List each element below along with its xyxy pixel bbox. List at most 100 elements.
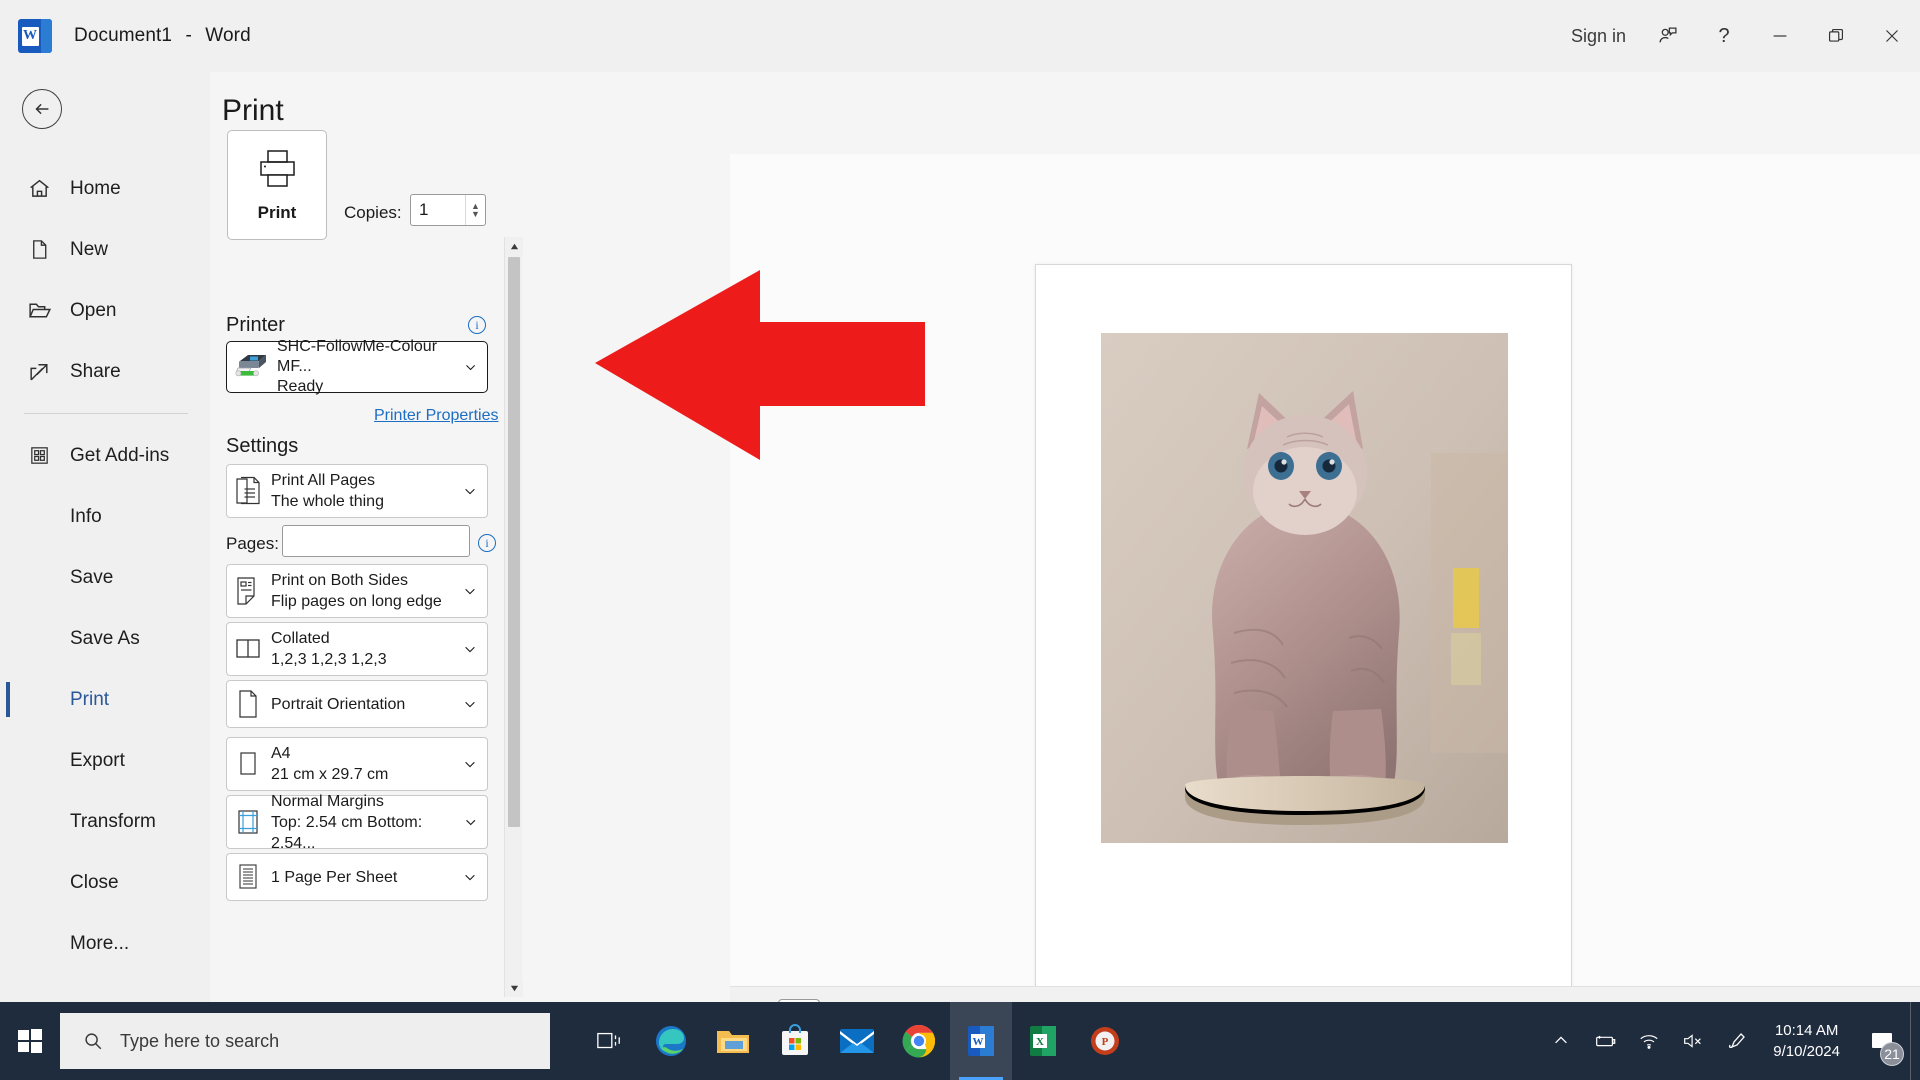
notifications-button[interactable]: 21 — [1854, 1002, 1910, 1080]
addins-grid-icon — [24, 441, 54, 471]
taskbar-app-chrome[interactable] — [888, 1002, 950, 1080]
chevron-down-icon — [465, 761, 475, 768]
show-desktop-button[interactable] — [1910, 1002, 1920, 1080]
sign-in-button[interactable]: Sign in — [1557, 0, 1640, 72]
sidebar-item-transform[interactable]: Transform — [0, 791, 210, 852]
sidebar-item-share[interactable]: Share — [0, 341, 210, 402]
help-icon: ? — [1718, 24, 1730, 47]
printer-properties-link[interactable]: Printer Properties — [374, 407, 499, 425]
preview-page[interactable] — [1035, 264, 1572, 1021]
collated-icon — [231, 636, 265, 662]
chevron-down-icon — [465, 488, 475, 495]
sidebar-item-label: Print — [70, 688, 110, 710]
taskbar-app-edge[interactable] — [640, 1002, 702, 1080]
title-bar: W Document1 - Word Sign in ? — [0, 0, 1920, 72]
notification-count-badge: 21 — [1880, 1042, 1904, 1066]
sidebar-item-label: More... — [70, 932, 130, 954]
sidebar-item-label: Close — [70, 871, 119, 893]
task-view-button[interactable] — [578, 1002, 640, 1080]
copies-spinner[interactable]: ▲ ▼ — [465, 195, 485, 225]
pages-info-icon[interactable]: i — [478, 534, 496, 552]
taskbar-app-icons: W X P — [578, 1002, 1136, 1080]
svg-text:W: W — [973, 1036, 984, 1048]
show-hidden-icons-chevron[interactable] — [1539, 1002, 1583, 1080]
close-button[interactable] — [1864, 0, 1920, 72]
volume-muted-icon[interactable] — [1671, 1002, 1715, 1080]
print-button[interactable]: Print — [227, 130, 327, 240]
sidebar-item-new[interactable]: New — [0, 219, 210, 280]
minimize-button[interactable] — [1752, 0, 1808, 72]
print-settings-pane: Print Print Copies: ▲ ▼ Printer i — [210, 72, 730, 1002]
taskbar-clock[interactable]: 10:14 AM 9/10/2024 — [1759, 1020, 1854, 1062]
settings-section-heading: Settings — [226, 435, 299, 457]
setting-row-margins[interactable]: Normal Margins Top: 2.54 cm Bottom: 2.54… — [226, 793, 488, 852]
sidebar-item-open[interactable]: Open — [0, 280, 210, 341]
start-button[interactable] — [0, 1002, 60, 1080]
copies-spin-down[interactable]: ▼ — [471, 210, 480, 219]
setting-row-pages-per-sheet[interactable]: 1 Page Per Sheet — [226, 853, 488, 901]
taskbar-app-powerpoint[interactable]: P — [1074, 1002, 1136, 1080]
app-name: Word — [205, 25, 251, 46]
taskbar-app-file-explorer[interactable] — [702, 1002, 764, 1080]
sidebar-item-get-addins[interactable]: Get Add-ins — [0, 425, 210, 486]
setting-secondary: Flip pages on long edge — [271, 593, 442, 610]
settings-pane-scrollbar[interactable] — [504, 237, 523, 997]
taskbar-search-box[interactable]: Type here to search — [60, 1013, 550, 1069]
preview-canvas: of 1 45% − + — [730, 154, 1920, 1044]
pages-input[interactable] — [282, 525, 470, 557]
setting-row-print-range[interactable]: Print All Pages The whole thing — [226, 464, 488, 518]
setting-row-duplex[interactable]: Print on Both Sides Flip pages on long e… — [226, 564, 488, 618]
pages-range-icon — [231, 476, 265, 506]
battery-charging-icon[interactable] — [1583, 1002, 1627, 1080]
sidebar-item-save-as[interactable]: Save As — [0, 608, 210, 669]
setting-secondary: 1,2,3 1,2,3 1,2,3 — [271, 651, 387, 668]
sidebar-item-label: Save — [70, 566, 114, 588]
setting-row-collation[interactable]: Collated 1,2,3 1,2,3 1,2,3 — [226, 622, 488, 676]
taskbar-app-microsoft-store[interactable] — [764, 1002, 826, 1080]
sidebar-item-info[interactable]: Info — [0, 486, 210, 547]
printer-device-icon — [235, 350, 269, 385]
setting-primary: Normal Margins — [271, 792, 384, 810]
scroll-down-arrow[interactable] — [505, 979, 523, 997]
setting-row-orientation[interactable]: Portrait Orientation — [226, 680, 488, 728]
share-person-icon[interactable] — [1640, 0, 1696, 72]
taskbar-app-excel[interactable]: X — [1012, 1002, 1074, 1080]
sidebar-item-export[interactable]: Export — [0, 730, 210, 791]
window-title: Document1 - Word — [74, 25, 251, 47]
setting-primary: Print All Pages — [271, 472, 376, 489]
printer-info-icon[interactable]: i — [468, 316, 486, 334]
setting-texts: Portrait Orientation — [271, 694, 405, 715]
copies-stepper[interactable]: ▲ ▼ — [410, 194, 486, 226]
sidebar-item-close[interactable]: Close — [0, 852, 210, 913]
copies-input[interactable] — [411, 195, 465, 225]
sidebar-item-label: Share — [70, 360, 121, 382]
sidebar-item-home[interactable]: Home — [0, 158, 210, 219]
taskbar-app-mail[interactable] — [826, 1002, 888, 1080]
both-sides-icon — [231, 576, 265, 606]
clock-date: 9/10/2024 — [1773, 1043, 1840, 1060]
setting-texts: Print on Both Sides Flip pages on long e… — [271, 570, 442, 612]
setting-row-paper-size[interactable]: A4 21 cm x 29.7 cm — [226, 737, 488, 791]
home-icon — [24, 174, 54, 204]
scroll-up-arrow[interactable] — [505, 237, 523, 255]
help-button[interactable]: ? — [1696, 0, 1752, 72]
wifi-icon[interactable] — [1627, 1002, 1671, 1080]
setting-primary: 1 Page Per Sheet — [271, 868, 398, 886]
printer-dropdown[interactable]: SHC-FollowMe-Colour MF... Ready — [226, 338, 488, 395]
printer-name: SHC-FollowMe-Colour MF... — [277, 338, 438, 375]
sidebar-item-print[interactable]: Print — [0, 669, 210, 730]
page-title: Print — [222, 94, 284, 127]
sidebar-item-more[interactable]: More... — [0, 913, 210, 974]
setting-secondary: 21 cm x 29.7 cm — [271, 766, 389, 783]
pen-icon[interactable] — [1715, 1002, 1759, 1080]
back-button[interactable] — [22, 89, 62, 129]
taskbar-app-word[interactable]: W — [950, 1002, 1012, 1080]
chevron-down-icon — [465, 364, 475, 371]
printer-dropdown-texts: SHC-FollowMe-Colour MF... Ready — [277, 337, 464, 397]
sidebar-item-label: New — [70, 238, 109, 260]
scrollbar-thumb[interactable] — [508, 257, 520, 827]
restore-button[interactable] — [1808, 0, 1864, 72]
svg-text:X: X — [1036, 1036, 1044, 1048]
paper-size-icon — [231, 749, 265, 779]
sidebar-item-save[interactable]: Save — [0, 547, 210, 608]
